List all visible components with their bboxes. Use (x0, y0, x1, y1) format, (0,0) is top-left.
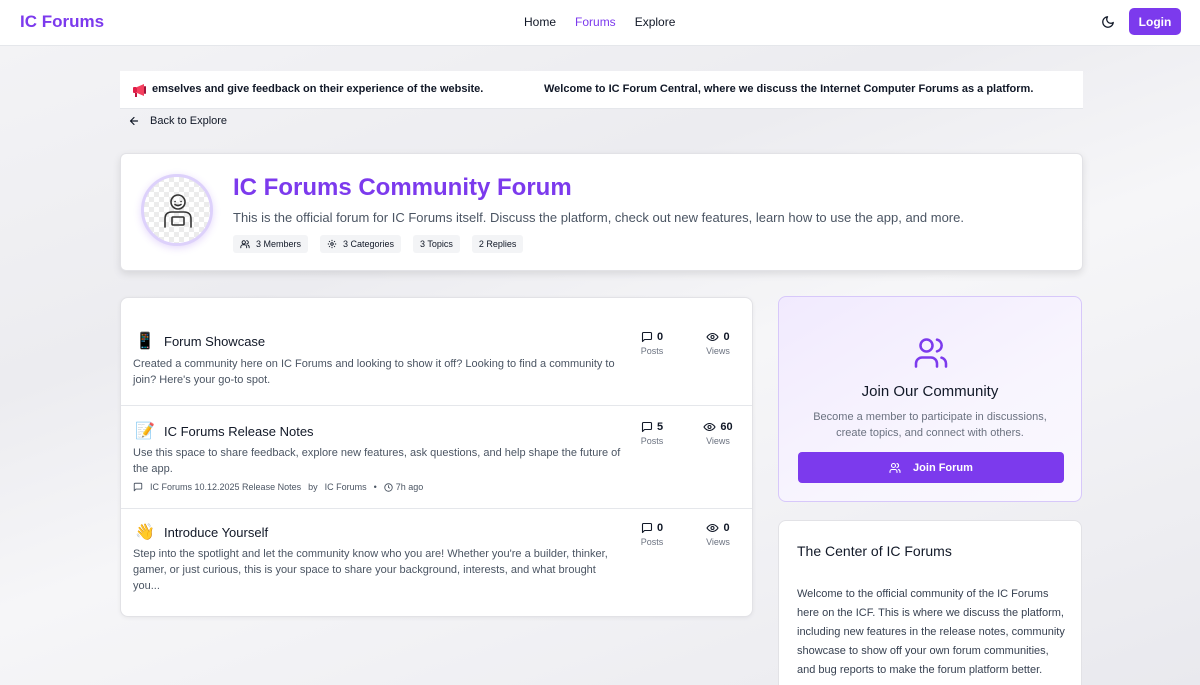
replies-count: 2 Replies (478, 239, 517, 249)
posts-label: Posts (640, 346, 664, 356)
topics-count: 3 Topics (420, 239, 453, 249)
nav-links: Home Forums Explore (524, 15, 675, 29)
forum-header-card: IC Forums Community Forum This is the of… (120, 153, 1083, 271)
category-description: Use this space to share feedback, explor… (133, 447, 621, 475)
gear-icon (327, 239, 337, 249)
about-forum-card: The Center of IC Forums Welcome to the o… (778, 520, 1082, 685)
latest-time-wrap: 7h ago (384, 482, 424, 492)
category-name[interactable]: Introduce Yourself (164, 525, 268, 540)
posts-metric: 5 Posts (637, 420, 667, 446)
views-label: Views (706, 537, 730, 547)
category-row-forum-showcase[interactable]: 📱 Forum Showcase Created a community her… (121, 298, 752, 406)
posts-label: Posts (640, 436, 664, 446)
login-button[interactable]: Login (1129, 8, 1181, 35)
eye-icon (706, 522, 720, 534)
latest-separator: • (373, 482, 377, 492)
views-count: 60 (720, 421, 733, 433)
message-square-icon (641, 522, 653, 534)
ticker-message-b: Welcome to IC Forum Central, where we di… (544, 83, 1034, 95)
posts-count: 0 (656, 331, 664, 343)
memo-emoji-icon: 📝 (135, 423, 155, 440)
posts-metric: 0 Posts (637, 330, 667, 356)
latest-topic[interactable]: IC Forums 10.12.2025 Release Notes by IC… (133, 482, 423, 492)
users-icon (912, 335, 950, 371)
topics-stat: 3 Topics (413, 235, 460, 253)
views-metric: 0 Views (701, 521, 735, 547)
arrow-left-icon (128, 115, 140, 127)
users-icon (889, 462, 901, 474)
back-label: Back to Explore (150, 115, 228, 127)
posts-count: 0 (656, 522, 664, 534)
views-metric: 60 Views (699, 420, 737, 446)
ticker-message-a: emselves and give feedback on their expe… (152, 83, 484, 95)
top-navbar: IC Forums Home Forums Explore Login (0, 0, 1200, 46)
join-title: Join Our Community (861, 383, 999, 400)
nav-forums[interactable]: Forums (575, 15, 616, 29)
join-community-card: Join Our Community Become a member to pa… (778, 296, 1082, 502)
phone-emoji-icon: 📱 (135, 333, 155, 350)
replies-stat: 2 Replies (471, 235, 524, 253)
members-count: 3 Members (256, 239, 302, 249)
category-row-release-notes[interactable]: 📝 IC Forums Release Notes Use this space… (121, 406, 752, 509)
message-square-icon (641, 421, 653, 433)
message-square-icon (641, 331, 653, 343)
brand-logo[interactable]: IC Forums (20, 12, 104, 32)
users-icon (240, 239, 250, 249)
latest-time: 7h ago (395, 482, 424, 492)
join-forum-button[interactable]: Join Forum (798, 452, 1064, 483)
posts-metric: 0 Posts (637, 521, 667, 547)
join-button-label: Join Forum (913, 461, 973, 474)
back-to-explore-link[interactable]: Back to Explore (128, 115, 227, 127)
category-name[interactable]: Forum Showcase (164, 334, 265, 349)
clock-icon (384, 482, 393, 492)
views-count: 0 (723, 522, 730, 534)
announcement-ticker: emselves and give feedback on their expe… (120, 71, 1083, 109)
about-text: Welcome to the official community of the… (797, 588, 1065, 676)
join-description: Become a member to participate in discus… (813, 411, 1047, 439)
category-row-introduce-yourself[interactable]: 👋 Introduce Yourself Step into the spotl… (121, 509, 752, 616)
forum-description: This is the official forum for IC Forums… (233, 210, 964, 225)
nav-home[interactable]: Home (524, 15, 556, 29)
posts-label: Posts (640, 537, 664, 547)
views-count: 0 (723, 331, 730, 343)
category-list: 📱 Forum Showcase Created a community her… (120, 297, 753, 617)
views-label: Views (706, 346, 730, 356)
latest-author[interactable]: IC Forums (325, 482, 367, 492)
categories-stat: 3 Categories (320, 235, 402, 253)
user-avatar-icon (164, 194, 192, 228)
members-stat: 3 Members (233, 235, 309, 253)
views-metric: 0 Views (701, 330, 735, 356)
about-title: The Center of IC Forums (797, 543, 952, 559)
message-square-icon (133, 482, 143, 492)
category-name[interactable]: IC Forums Release Notes (164, 424, 314, 439)
eye-icon (703, 421, 717, 433)
posts-count: 5 (656, 421, 664, 433)
forum-stats: 3 Members 3 Categories 3 Topics 2 Replie… (233, 235, 524, 253)
waving-hand-emoji-icon: 👋 (135, 524, 155, 541)
forum-avatar (141, 174, 213, 246)
views-label: Views (706, 436, 730, 446)
forum-title: IC Forums Community Forum (233, 174, 572, 201)
category-description: Step into the spotlight and let the comm… (133, 548, 608, 592)
nav-explore[interactable]: Explore (635, 15, 676, 29)
category-description: Created a community here on IC Forums an… (133, 358, 615, 386)
moon-icon[interactable] (1101, 15, 1117, 31)
latest-topic-title[interactable]: IC Forums 10.12.2025 Release Notes (150, 482, 301, 492)
categories-count: 3 Categories (343, 239, 395, 249)
eye-icon (706, 331, 720, 343)
latest-by-label: by (308, 482, 318, 492)
megaphone-icon (132, 82, 148, 98)
